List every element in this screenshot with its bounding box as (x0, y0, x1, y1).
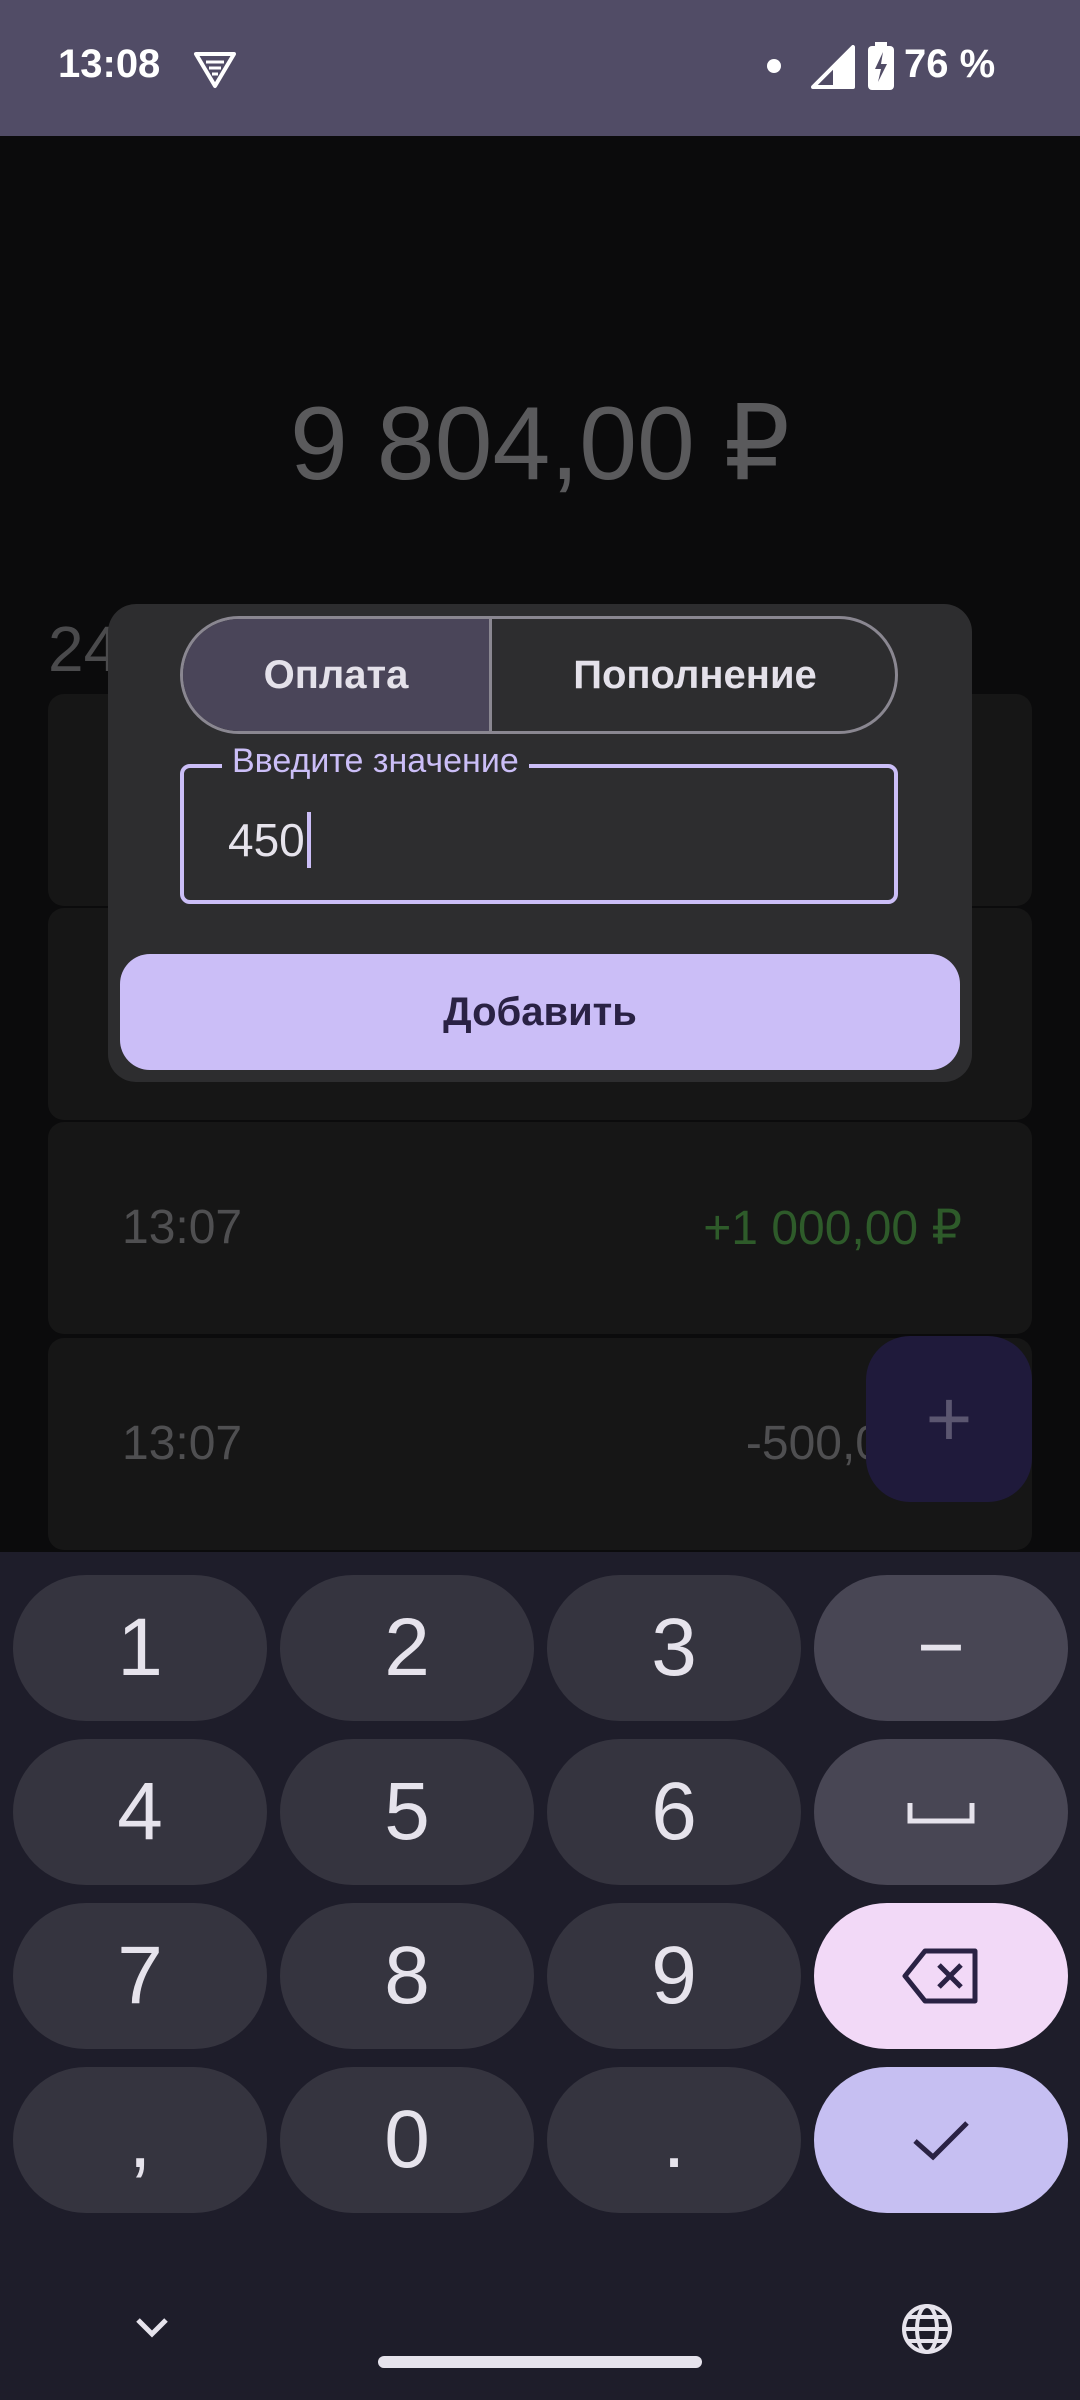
status-bar: 13:08 76 % (0, 0, 1080, 136)
add-button[interactable]: Добавить (120, 954, 960, 1070)
backspace-icon (902, 1948, 978, 2004)
key-comma[interactable]: , (13, 2067, 267, 2213)
key-0[interactable]: 0 (280, 2067, 534, 2213)
battery-percent: 76 % (904, 42, 996, 86)
key-3[interactable]: 3 (547, 1575, 801, 1721)
battery-charging-icon (868, 42, 894, 90)
add-transaction-dialog: Оплата Пополнение Введите значение 450 Д… (108, 604, 972, 1082)
key-enter[interactable] (814, 2067, 1068, 2213)
vpn-icon (194, 52, 236, 88)
signal-icon (811, 45, 855, 89)
transaction-time: 13:07 (122, 1201, 243, 1254)
key-6[interactable]: 6 (547, 1739, 801, 1885)
key-5[interactable]: 5 (280, 1739, 534, 1885)
transaction-amount: +1 000,00 ₽ (703, 1202, 962, 1255)
key-backspace[interactable] (814, 1903, 1068, 2049)
amount-input-label: Введите значение (222, 742, 529, 781)
segment-topup[interactable]: Пополнение (492, 619, 895, 731)
key-minus[interactable]: − (814, 1575, 1068, 1721)
key-period[interactable]: . (547, 2067, 801, 2213)
notification-dot-icon (767, 59, 781, 73)
amount-input[interactable]: Введите значение 450 (180, 742, 898, 904)
keyboard-hide-icon[interactable] (130, 2310, 174, 2346)
status-time: 13:08 (58, 42, 161, 86)
home-indicator[interactable] (378, 2356, 702, 2368)
transaction-card[interactable]: 13:07 +1 000,00 ₽ (48, 1122, 1032, 1334)
transaction-time: 13:07 (122, 1417, 243, 1470)
segment-payment[interactable]: Оплата (183, 619, 492, 731)
space-icon (907, 1803, 975, 1824)
key-space[interactable] (814, 1739, 1068, 1885)
balance-total: 9 804,00 ₽ (290, 386, 790, 502)
globe-icon[interactable] (900, 2302, 954, 2356)
add-transaction-fab[interactable]: + (866, 1336, 1032, 1502)
key-8[interactable]: 8 (280, 1903, 534, 2049)
key-9[interactable]: 9 (547, 1903, 801, 2049)
check-icon (913, 2121, 969, 2161)
key-1[interactable]: 1 (13, 1575, 267, 1721)
type-segmented-control: Оплата Пополнение (180, 616, 898, 734)
amount-input-value[interactable]: 450 (228, 812, 311, 868)
transaction-amount: -500,0 (745, 1417, 882, 1470)
key-4[interactable]: 4 (13, 1739, 267, 1885)
key-7[interactable]: 7 (13, 1903, 267, 2049)
key-2[interactable]: 2 (280, 1575, 534, 1721)
